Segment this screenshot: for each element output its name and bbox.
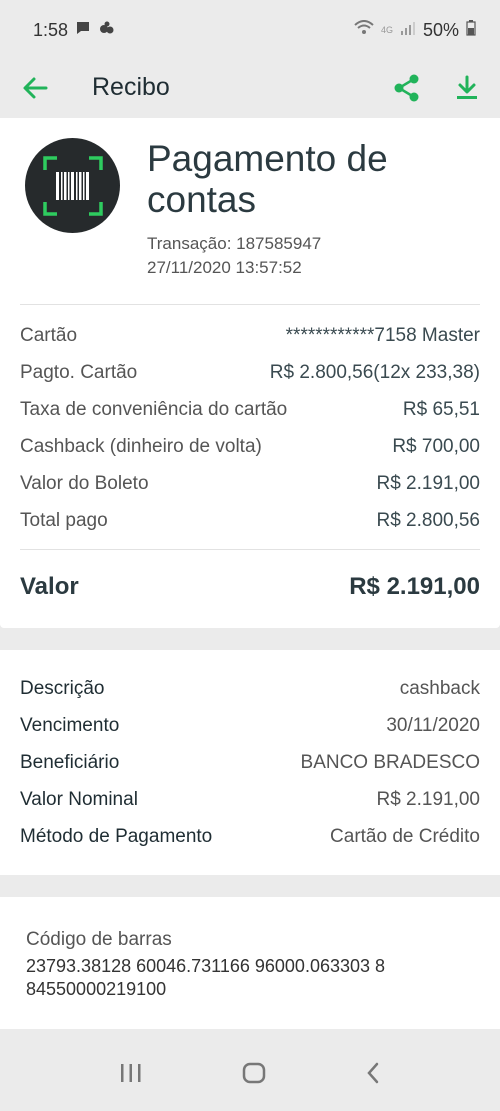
barcode-number[interactable]: 23793.38128 60046.731166 96000.063303 8 … [26,955,456,1001]
info-label: Beneficiário [20,751,120,773]
status-bar: 1:58 4G 50% [0,0,500,60]
detail-value: R$ 2.800,56 [376,509,480,531]
message-icon [75,20,91,41]
status-time: 1:58 [33,19,69,40]
bill-info-list: Descrição cashback Vencimento 30/11/2020… [20,670,480,855]
info-label: Método de Pagamento [20,825,213,847]
battery-icon [466,19,476,41]
receipt-header: Pagamento de contas Transação: 187585947… [25,138,427,280]
detail-value: R$ 2.191,00 [376,472,480,494]
payment-details: Cartão ************7158 Master Pagto. Ca… [20,317,480,539]
total-value-row: Valor R$ 2.191,00 [20,573,480,601]
header-text: Pagamento de contas Transação: 187585947… [147,138,427,280]
info-value: R$ 2.191,00 [376,788,480,810]
barcode-label: Código de barras [26,929,172,950]
info-row: Valor Nominal R$ 2.191,00 [20,781,480,818]
page-title: Recibo [92,73,170,101]
divider [20,304,480,305]
network-type: 4G [380,25,393,35]
detail-row: Cartão ************7158 Master [20,317,480,354]
detail-value: ************7158 Master [285,324,480,346]
detail-label: Cartão [20,324,78,346]
detail-label: Pagto. Cartão [20,361,138,383]
detail-value: R$ 2.800,56(12x 233,38) [269,361,480,383]
divider [20,549,480,550]
bill-info-card: Descrição cashback Vencimento 30/11/2020… [0,650,500,875]
back-arrow-icon[interactable] [22,76,48,100]
total-value-label: Valor [20,573,79,600]
notification-icon [98,20,116,41]
info-value: 30/11/2020 [386,714,480,736]
appbar-actions [394,74,478,102]
info-value: BANCO BRADESCO [300,751,480,773]
app-bar: Recibo [0,60,500,115]
transaction-datetime: 27/11/2020 13:57:52 [147,258,302,277]
status-right: 4G 50% [354,19,476,41]
info-row: Descrição cashback [20,670,480,707]
info-label: Valor Nominal [20,788,138,810]
info-row: Vencimento 30/11/2020 [20,707,480,744]
detail-label: Total pago [20,509,108,531]
info-value: cashback [399,677,480,699]
barcode-card: Código de barras 23793.38128 60046.73116… [0,897,500,1029]
receipt-card: Pagamento de contas Transação: 187585947… [0,118,500,628]
share-icon[interactable] [394,74,420,102]
system-nav-bar [0,1035,500,1111]
info-row: Beneficiário BANCO BRADESCO [20,744,480,781]
detail-label: Cashback (dinheiro de volta) [20,435,262,457]
detail-value: R$ 65,51 [402,398,480,420]
detail-label: Valor do Boleto [20,472,149,494]
transaction-id: Transação: 187585947 [147,234,322,253]
detail-value: R$ 700,00 [392,435,480,457]
back-nav-icon[interactable] [365,1062,381,1084]
info-value: Cartão de Crédito [330,825,480,847]
recent-apps-icon[interactable] [119,1063,143,1083]
signal-icon [400,20,416,41]
detail-row: Taxa de conveniência do cartão R$ 65,51 [20,391,480,428]
home-icon[interactable] [242,1062,266,1084]
detail-row: Pagto. Cartão R$ 2.800,56(12x 233,38) [20,354,480,391]
barcode-scan-icon [25,138,120,233]
detail-row: Valor do Boleto R$ 2.191,00 [20,465,480,502]
info-label: Descrição [20,677,105,699]
total-value-amount: R$ 2.191,00 [349,573,480,600]
battery-level: 50% [422,19,459,40]
wifi-icon [354,19,374,41]
detail-row: Cashback (dinheiro de volta) R$ 700,00 [20,428,480,465]
info-row: Método de Pagamento Cartão de Crédito [20,818,480,855]
info-label: Vencimento [20,714,120,736]
status-left: 1:58 [33,20,116,41]
detail-label: Taxa de conveniência do cartão [20,398,288,420]
download-icon[interactable] [456,75,478,101]
detail-row: Total pago R$ 2.800,56 [20,502,480,539]
receipt-title: Pagamento de contas [147,138,388,220]
